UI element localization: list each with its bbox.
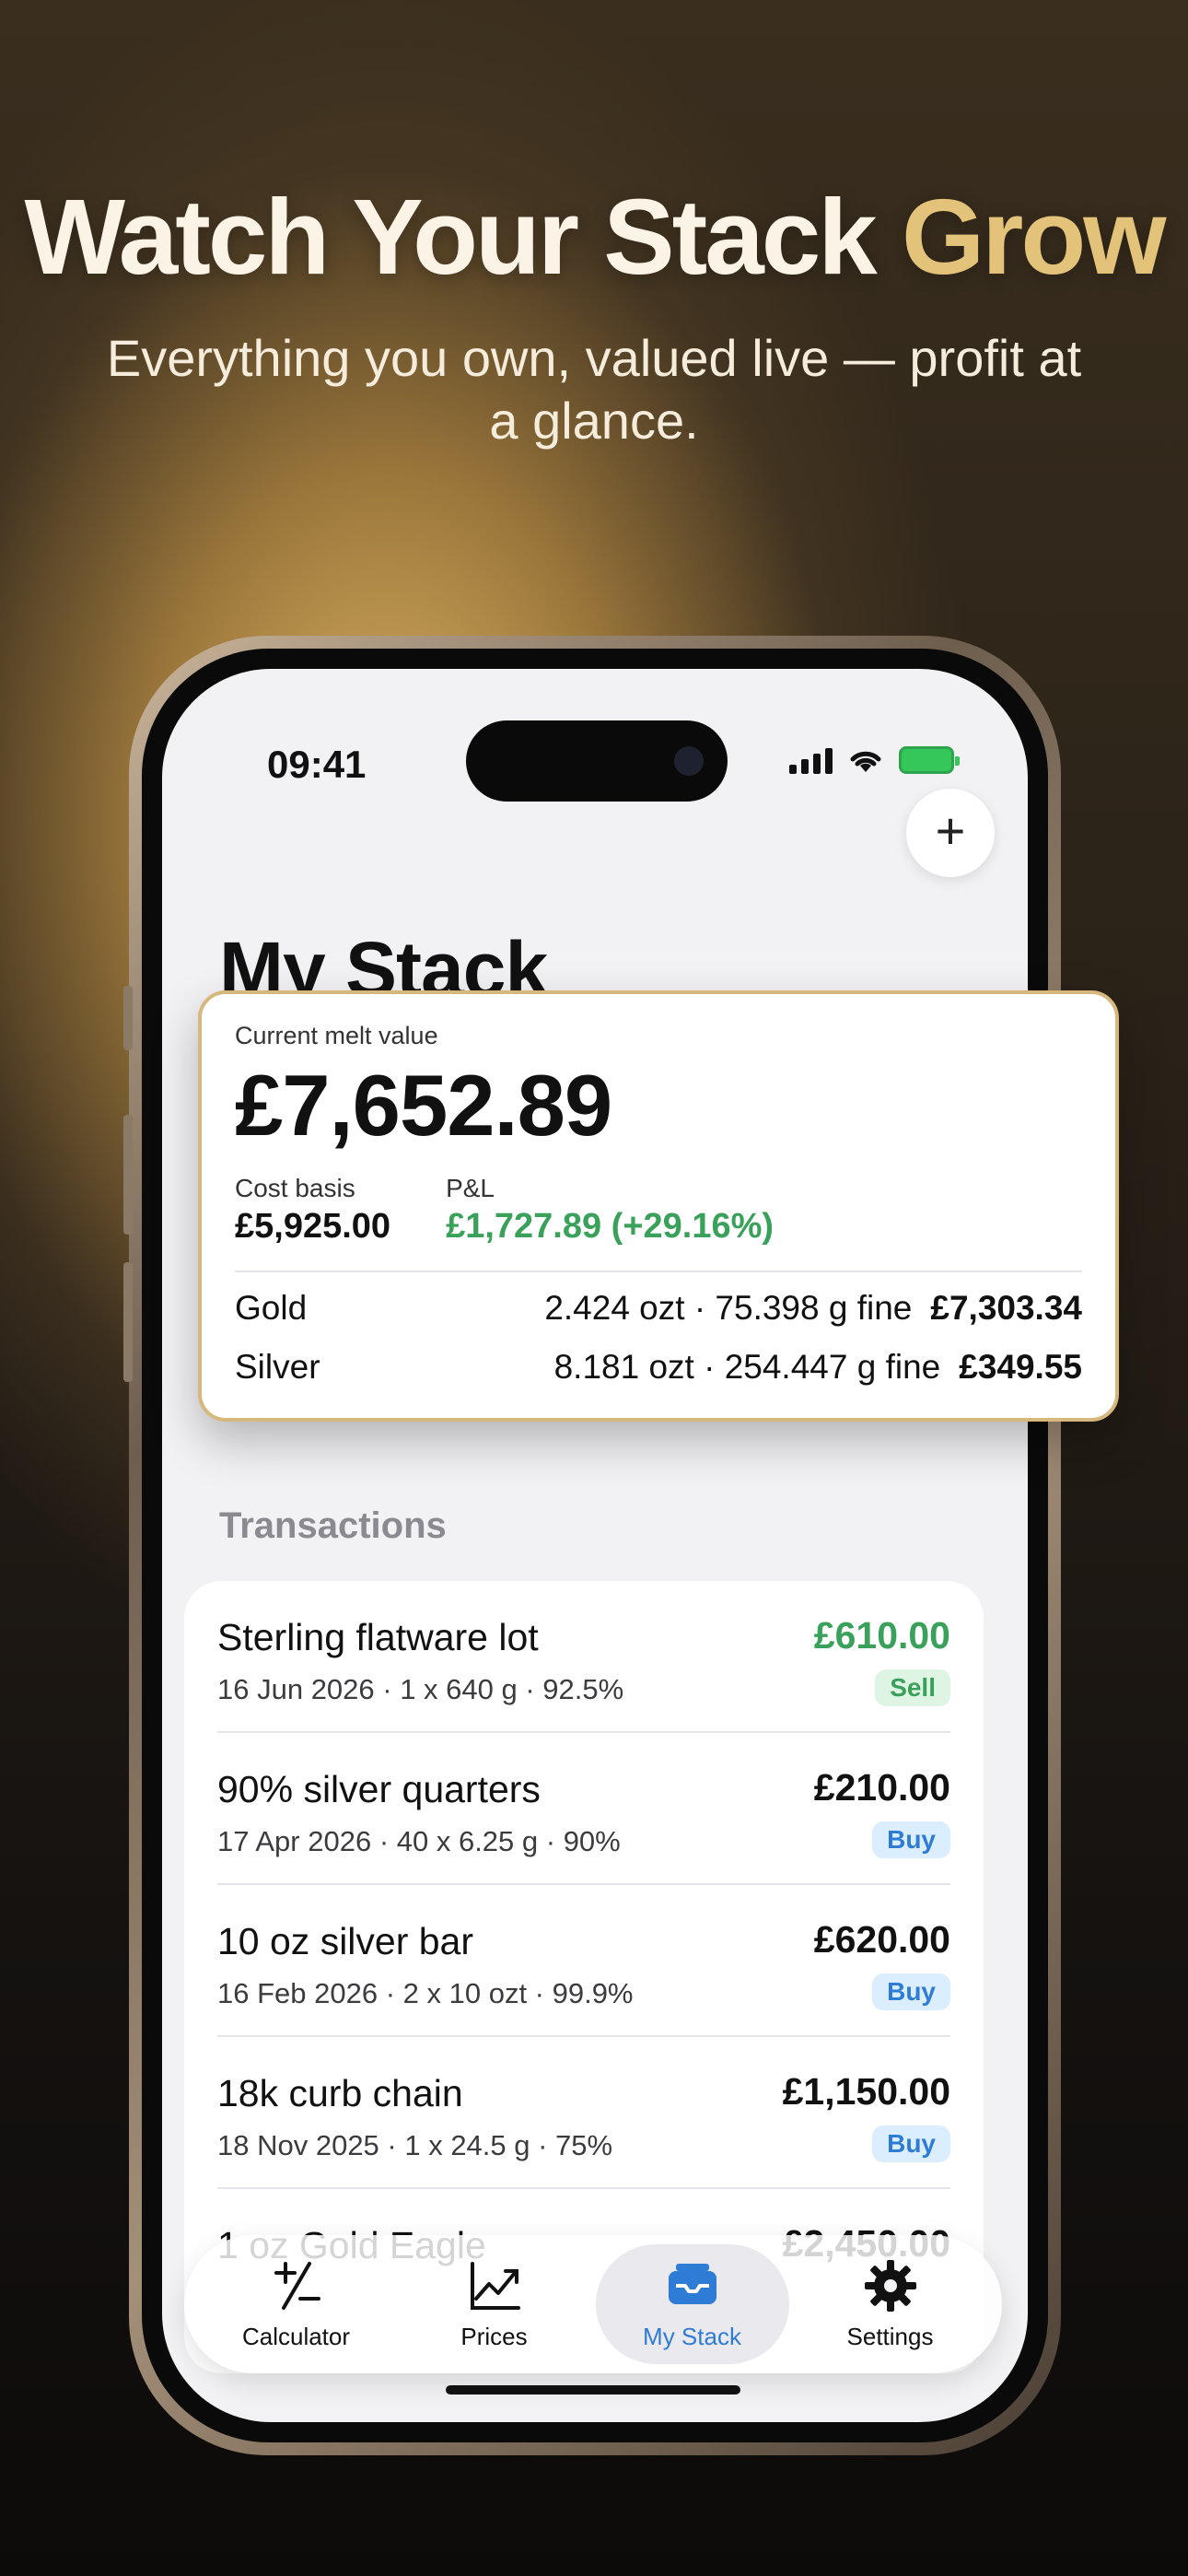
chart-line-icon xyxy=(470,2261,520,2310)
transaction-meta: 16 Feb 2026 · 2 x 10 ozt · 99.9% xyxy=(217,1977,634,2009)
add-transaction-button[interactable]: + xyxy=(906,789,995,877)
transaction-row[interactable]: Sterling flatware lot 16 Jun 2026 · 1 x … xyxy=(217,1581,950,1733)
sell-badge: Sell xyxy=(875,1669,950,1706)
metal-row-silver: Silver 8.181 ozt · 254.447 g fine £349.55 xyxy=(235,1348,1082,1387)
metal-name: Gold xyxy=(235,1289,308,1327)
tab-prices[interactable]: Prices xyxy=(398,2244,591,2364)
buy-badge: Buy xyxy=(872,1821,950,1858)
gear-icon xyxy=(864,2259,916,2312)
current-value-label: Current melt value xyxy=(235,1022,438,1049)
home-indicator[interactable] xyxy=(446,2385,740,2395)
metal-detail: 8.181 ozt · 254.447 g fine xyxy=(553,1348,941,1386)
transaction-row[interactable]: 10 oz silver bar 16 Feb 2026 · 2 x 10 oz… xyxy=(217,1885,950,2037)
metal-value: £349.55 xyxy=(959,1348,1082,1386)
tab-label: Calculator xyxy=(241,2322,351,2350)
buy-badge: Buy xyxy=(872,1973,950,2010)
metal-name: Silver xyxy=(235,1348,320,1386)
hero-title-main: Watch Your Stack xyxy=(24,177,902,297)
status-time: 09:41 xyxy=(267,743,367,786)
buy-badge: Buy xyxy=(872,2125,950,2162)
transaction-amount: £1,150.00 xyxy=(782,2070,950,2113)
pl-value: £1,727.89 (+29.16%) xyxy=(446,1207,775,1246)
status-bar: 09:41 xyxy=(162,720,1028,802)
transaction-meta: 16 Jun 2026 · 1 x 640 g · 92.5% xyxy=(217,1673,624,1705)
cost-basis-value: £5,925.00 xyxy=(235,1207,391,1246)
dynamic-island xyxy=(466,720,728,802)
tab-label: Settings xyxy=(846,2322,934,2350)
tab-my-stack[interactable]: My Stack xyxy=(595,2244,789,2364)
transaction-name: 10 oz silver bar xyxy=(217,1920,474,1962)
divider xyxy=(235,1270,1082,1272)
camera-icon xyxy=(674,746,704,776)
tab-label: My Stack xyxy=(643,2322,741,2350)
melt-value-card: Current melt value £7,652.89 Cost basis … xyxy=(198,990,1119,1422)
volume-up-button xyxy=(123,1115,133,1235)
signal-icon xyxy=(789,746,833,774)
transaction-amount: £610.00 xyxy=(813,1614,950,1657)
transaction-meta: 17 Apr 2026 · 40 x 6.25 g · 90% xyxy=(217,1825,621,1857)
tab-bar: Calculator Prices My Stack Settings xyxy=(184,2235,1002,2373)
plus-minus-icon xyxy=(274,2261,320,2310)
transactions-header: Transactions xyxy=(219,1505,447,1546)
volume-down-button xyxy=(123,1262,133,1382)
cost-basis-label: Cost basis xyxy=(235,1174,355,1202)
transaction-row[interactable]: 90% silver quarters 17 Apr 2026 · 40 x 6… xyxy=(217,1733,950,1885)
metal-value: £7,303.34 xyxy=(930,1289,1082,1327)
hero-subtitle: Everything you own, valued live — profit… xyxy=(106,329,1082,450)
tab-label: Prices xyxy=(460,2322,528,2350)
transaction-amount: £210.00 xyxy=(813,1766,950,1809)
hero-title: Watch Your Stack Grow xyxy=(0,175,1188,299)
transaction-name: 18k curb chain xyxy=(217,2072,463,2114)
transaction-meta: 18 Nov 2025 · 1 x 24.5 g · 75% xyxy=(217,2129,613,2161)
pl-label: P&L xyxy=(446,1174,495,1202)
metal-detail: 2.424 ozt · 75.398 g fine xyxy=(544,1289,913,1327)
tab-settings[interactable]: Settings xyxy=(794,2244,987,2364)
app-screen: 09:41 + My Stack Transactions Sterling f… xyxy=(162,669,1028,2422)
tray-icon xyxy=(668,2263,716,2304)
transaction-amount: £620.00 xyxy=(813,1918,950,1961)
metal-row-gold: Gold 2.424 ozt · 75.398 g fine £7,303.34 xyxy=(235,1289,1082,1328)
current-value: £7,652.89 xyxy=(235,1057,612,1153)
transaction-row[interactable]: 18k curb chain 18 Nov 2025 · 1 x 24.5 g … xyxy=(217,2037,950,2189)
transaction-name: Sterling flatware lot xyxy=(217,1616,539,1658)
battery-icon xyxy=(899,746,960,774)
tab-calculator[interactable]: Calculator xyxy=(200,2244,393,2364)
transaction-name: 90% silver quarters xyxy=(217,1768,541,1810)
wifi-icon xyxy=(850,751,881,772)
phone-frame: 09:41 + My Stack Transactions Sterling f… xyxy=(123,636,1061,2455)
hero-title-accent: Grow xyxy=(901,177,1166,297)
mute-switch xyxy=(123,986,133,1050)
